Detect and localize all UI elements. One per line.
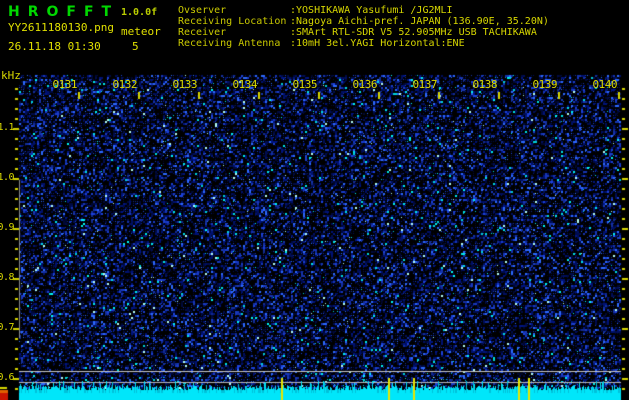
- time-tick-label: 0138: [472, 78, 498, 91]
- info-label: Ovserver: [178, 5, 227, 16]
- freq-tick-label: 0.9: [0, 222, 14, 233]
- station-info: Ovserver :YOSHIKAWA Yasufumi /JG2MLI Rece…: [178, 5, 549, 49]
- info-row-observer: Ovserver :YOSHIKAWA Yasufumi /JG2MLI: [178, 5, 549, 16]
- time-tick-label: 0133: [172, 78, 198, 91]
- info-label: Receiver: [178, 27, 227, 38]
- meteor-count: 5: [132, 40, 139, 53]
- freq-unit-label: kHz: [1, 69, 21, 82]
- info-value: :SMArt RTL-SDR V5 52.905MHz USB TACHIKAW…: [290, 27, 537, 38]
- datetime-label: 26.11.18 01:30: [8, 40, 101, 53]
- output-filename: YY2611180130.png: [8, 21, 114, 34]
- info-label: Receiving Antenna: [178, 38, 281, 49]
- info-value: :10mH 3el.YAGI Horizontal:ENE: [290, 38, 465, 49]
- info-row-receiver: Receiver :SMArt RTL-SDR V5 52.905MHz USB …: [178, 27, 549, 38]
- freq-tick-label: 1.0: [0, 172, 14, 183]
- app-version: 1.0.0f: [121, 7, 158, 18]
- app-title: HROFFT: [8, 4, 120, 20]
- time-tick-label: 0139: [532, 78, 558, 91]
- freq-tick-label: 0.7: [0, 322, 14, 333]
- info-label: Receiving Location: [178, 16, 287, 27]
- time-tick-label: 0135: [292, 78, 318, 91]
- info-row-location: Receiving Location:Nagoya Aichi-pref. JA…: [178, 16, 549, 27]
- info-value: :YOSHIKAWA Yasufumi /JG2MLI: [290, 5, 453, 16]
- time-tick-label: 0134: [232, 78, 258, 91]
- freq-tick-label: 1.1: [0, 122, 14, 133]
- freq-tick-label: 0.8: [0, 272, 14, 283]
- time-tick-label: 0131: [52, 78, 78, 91]
- time-tick-label: 0136: [352, 78, 378, 91]
- mode-label: meteor: [121, 25, 161, 38]
- info-row-antenna: Receiving Antenna :10mH 3el.YAGI Horizont…: [178, 38, 549, 49]
- time-tick-label: 0132: [112, 78, 138, 91]
- hrofft-window: HROFFT 1.0.0f YY2611180130.png meteor 26…: [0, 0, 629, 400]
- spectrogram-canvas: [0, 0, 629, 400]
- time-tick-label: 0140: [592, 78, 618, 91]
- info-value: :Nagoya Aichi-pref. JAPAN (136.90E, 35.2…: [290, 16, 549, 27]
- freq-tick-label: 0.6: [0, 372, 14, 383]
- time-tick-label: 0137: [412, 78, 438, 91]
